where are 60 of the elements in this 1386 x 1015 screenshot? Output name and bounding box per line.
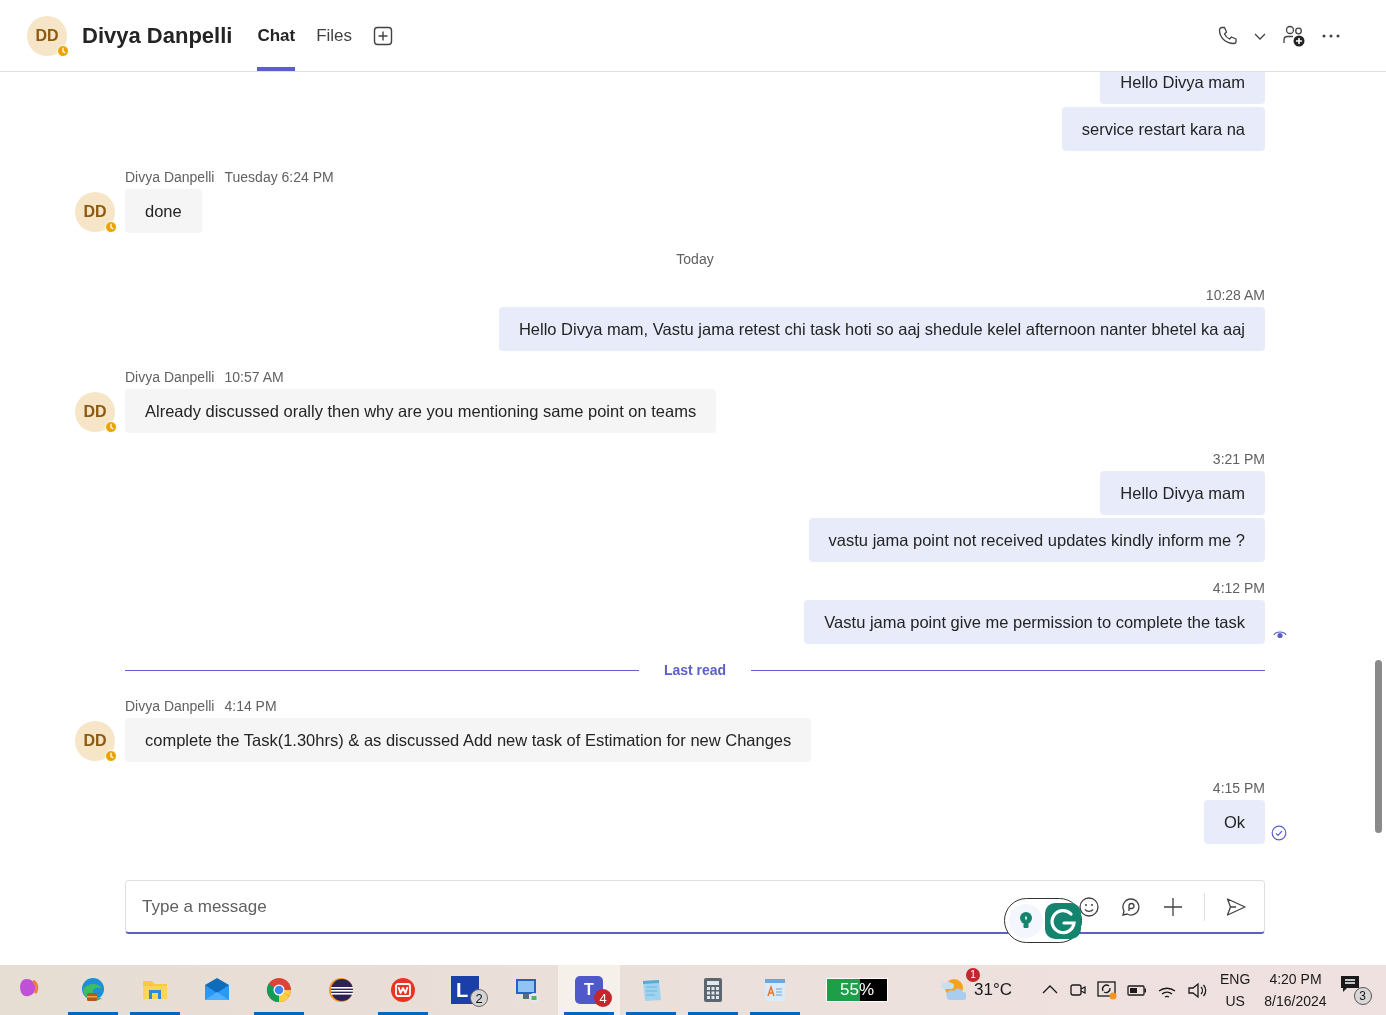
phone-icon[interactable] — [1216, 24, 1238, 47]
message-bubble: vastu jama point not received updates kindly inform me ? — [808, 518, 1265, 562]
message-bubble: Already discussed orally then why are you mentioning same point on teams — [125, 389, 717, 433]
avatar-initials: DD — [83, 203, 107, 221]
message-time: 10:57 AM — [224, 368, 284, 387]
striped-sphere-icon — [327, 976, 355, 1004]
writing-assistant-widget[interactable] — [1004, 898, 1082, 943]
plus-icon[interactable] — [1162, 895, 1184, 918]
clock-date[interactable]: 8/16/2024 — [1264, 990, 1327, 1012]
chat-title: Divya Danpelli — [82, 22, 233, 49]
notification-icon[interactable] — [1338, 973, 1361, 995]
avatar-initials: DD — [83, 403, 107, 421]
browser-icon — [79, 976, 107, 1004]
taskbar-button[interactable]: L 2 — [434, 965, 496, 1015]
loop-chat-icon[interactable] — [1120, 895, 1142, 918]
add-tab-icon[interactable] — [373, 25, 394, 46]
browser-icon — [265, 976, 293, 1004]
avatar-initials: DD — [83, 732, 107, 750]
add-people-icon[interactable] — [1282, 23, 1306, 48]
date-separator: Today — [676, 251, 714, 267]
g-logo-icon[interactable] — [1045, 902, 1081, 939]
message-time: 4:15 PM — [1212, 779, 1265, 798]
input-language[interactable]: ENG — [1220, 968, 1251, 990]
message-bubble: complete the Task(1.30hrs) & as discussed Add new task of Estimation for new Changes — [125, 718, 812, 762]
send-icon[interactable] — [1225, 895, 1247, 918]
count-badge: 2 — [470, 989, 488, 1007]
count-badge: 3 — [1353, 987, 1372, 1005]
sender-name: Divya Danpelli — [125, 368, 215, 387]
message-time: 10:28 AM — [1205, 286, 1265, 305]
monitor-icon — [513, 976, 541, 1004]
message-input[interactable]: Type a message — [142, 891, 982, 922]
message-bubble: Hello Divya mam — [1100, 72, 1265, 104]
keyboard-region[interactable]: US — [1225, 990, 1245, 1012]
message-bubble: service restart kara na — [1061, 107, 1265, 151]
clock-time[interactable]: 4:20 PM — [1269, 968, 1322, 990]
tab[interactable]: Chat — [257, 0, 296, 71]
message-bubble: Ok — [1203, 800, 1265, 844]
message-time: 4:12 PM — [1212, 579, 1265, 598]
sender-name: Divya Danpelli — [125, 697, 215, 716]
message-time: Tuesday 6:24 PM — [224, 168, 334, 187]
count-badge: 1 — [966, 967, 980, 982]
message-bubble: done — [125, 189, 202, 233]
sender-name: Divya Danpelli — [125, 168, 215, 187]
tab[interactable]: Files — [316, 0, 353, 71]
screen-sync-icon[interactable] — [1096, 979, 1118, 1001]
avatar-initials: DD — [35, 26, 59, 45]
message-time: 3:21 PM — [1212, 450, 1265, 469]
zigzag-logo-icon — [389, 976, 417, 1004]
message-bubble: Hello Divya mam — [1100, 471, 1265, 515]
scrollbar-thumb[interactable] — [1375, 660, 1382, 833]
taskbar-button[interactable]: T 4 — [558, 965, 620, 1015]
temperature: 31°C — [974, 980, 1012, 1000]
lightbulb-icon[interactable] — [1009, 903, 1043, 938]
count-badge: 4 — [594, 989, 612, 1007]
emoji-icon[interactable] — [1078, 895, 1100, 918]
last-read-label: Last read — [662, 662, 728, 678]
message-bubble: Hello Divya mam, Vastu jama retest chi task hoti so aaj shedule kelel afternoon nanter bhetel ka aaj — [498, 307, 1265, 351]
message-time: 4:14 PM — [224, 697, 277, 716]
message-bubble: Vastu jama point give me permission to complete the task — [804, 600, 1265, 644]
speaker-icon[interactable] — [1186, 980, 1208, 1000]
